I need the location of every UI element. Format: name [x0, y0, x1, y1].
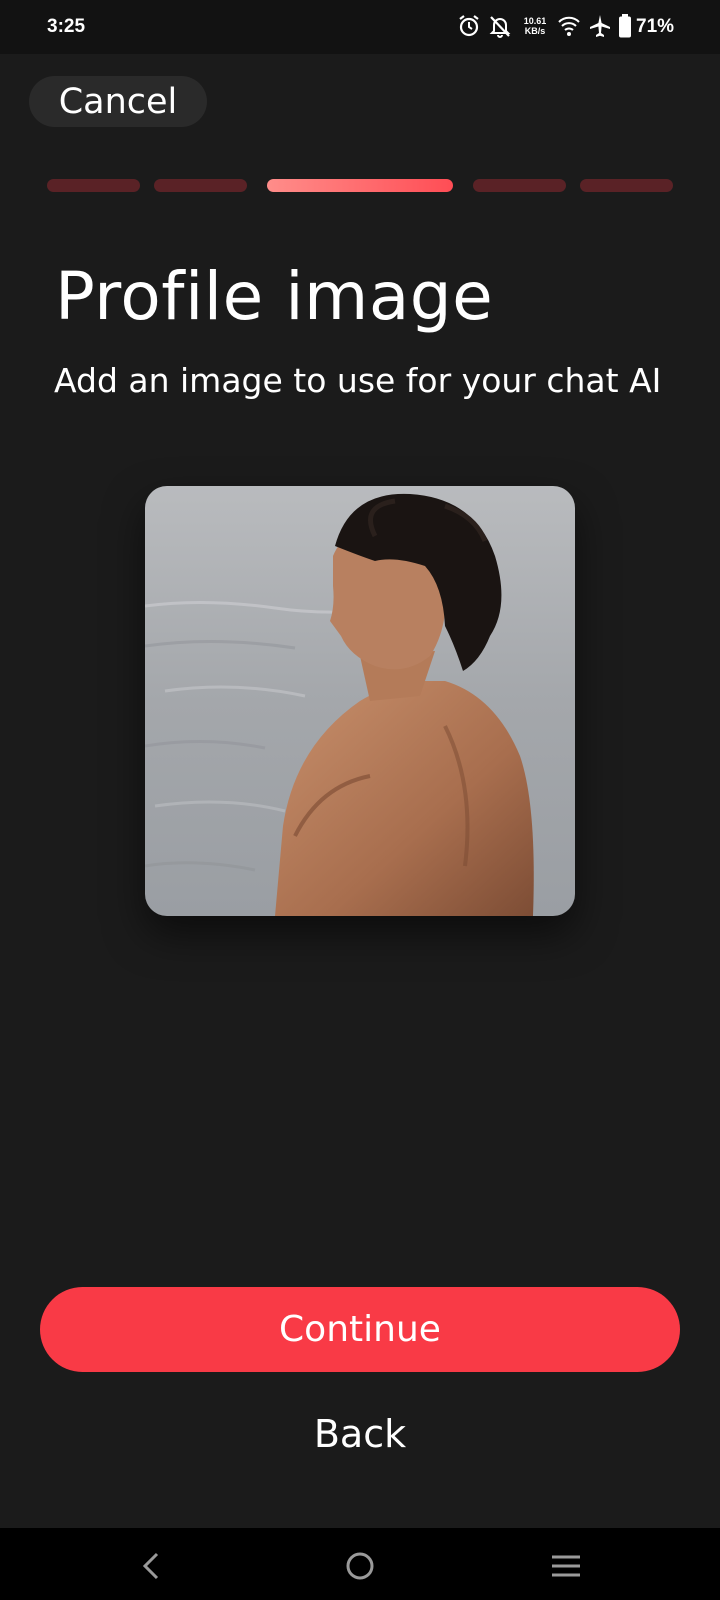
status-icons: 10.61 KB/s 71%: [458, 13, 675, 41]
bell-off-icon: [489, 16, 511, 38]
system-nav-bar: [0, 1528, 720, 1600]
battery-percent: 71%: [636, 16, 675, 37]
status-bar: 3:25 10.61 KB/s 71%: [0, 0, 720, 54]
wifi-icon: [558, 16, 580, 36]
continue-button[interactable]: Continue: [40, 1287, 680, 1372]
page-title: Profile image: [55, 258, 494, 335]
step-progress: [47, 179, 673, 192]
alarm-icon: [459, 15, 479, 37]
progress-step-4: [473, 179, 566, 192]
page-subtitle: Add an image to use for your chat AI: [54, 361, 662, 400]
progress-step-3-current: [267, 179, 453, 192]
progress-step-1: [47, 179, 140, 192]
back-button[interactable]: Back: [260, 1404, 460, 1464]
status-time: 3:25: [47, 16, 86, 37]
profile-photo-illustration: [145, 486, 575, 916]
cancel-button[interactable]: Cancel: [29, 76, 207, 127]
progress-step-5: [580, 179, 673, 192]
profile-image[interactable]: [145, 486, 575, 916]
airplane-icon: [590, 15, 610, 37]
back-icon[interactable]: [131, 1548, 171, 1584]
recents-icon[interactable]: [546, 1548, 586, 1584]
profile-image-screen: 3:25 10.61 KB/s 71% Cancel Profile image…: [0, 0, 720, 1600]
battery-icon: [619, 14, 631, 38]
network-speed: 10.61 KB/s: [523, 16, 547, 36]
progress-step-2: [154, 179, 247, 192]
home-icon[interactable]: [340, 1548, 380, 1584]
